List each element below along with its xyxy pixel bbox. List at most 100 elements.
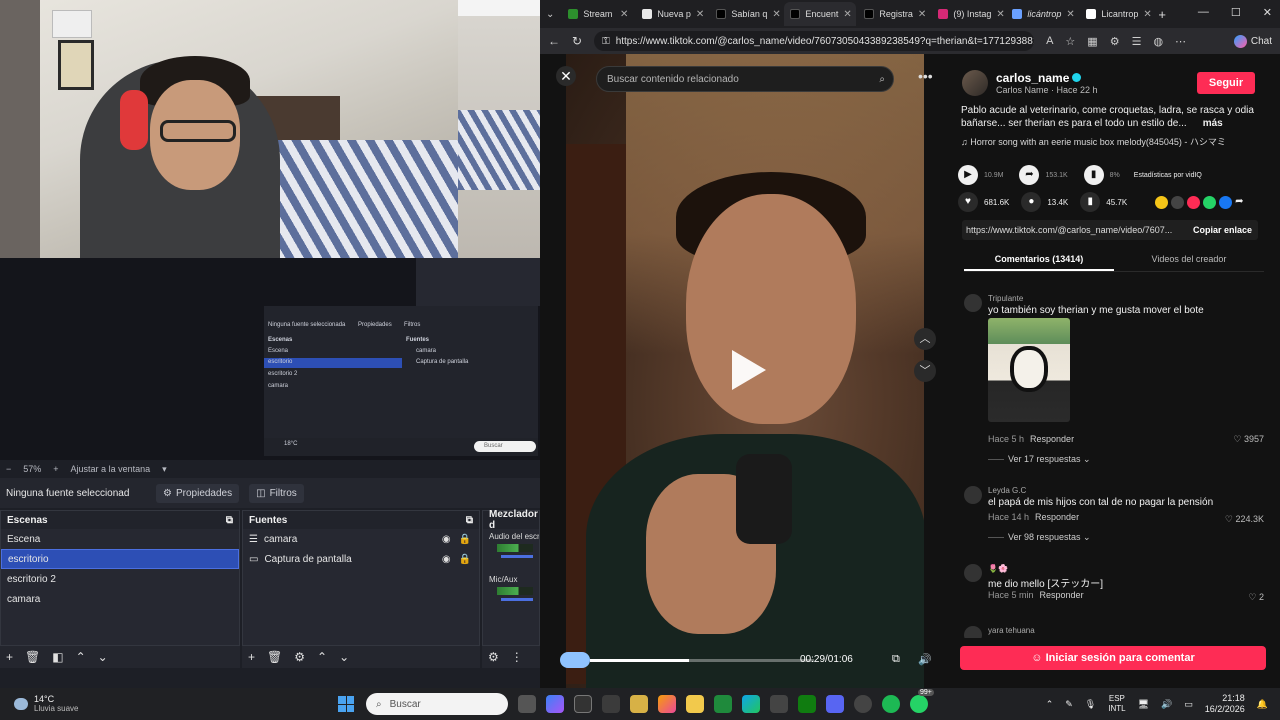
trash-icon[interactable]: 🗑	[267, 650, 282, 664]
comment-likes[interactable]: ♡ 3957	[1233, 434, 1264, 445]
trash-icon[interactable]: 🗑	[25, 650, 40, 664]
scene-filter-icon[interactable]: ◧	[52, 650, 63, 664]
follow-button[interactable]: Seguir	[1197, 72, 1255, 94]
site-info-icon[interactable]: ⚿	[602, 36, 610, 47]
gear-icon[interactable]: ⚙	[294, 650, 305, 664]
avatar[interactable]	[964, 626, 982, 638]
chevron-up-icon[interactable]: ︿	[914, 328, 936, 350]
discord-icon[interactable]	[826, 695, 844, 713]
reply-button[interactable]: Responder	[1040, 590, 1084, 600]
more-options-icon[interactable]: •••	[918, 68, 933, 84]
microphone-icon[interactable]: 🎙	[1085, 699, 1096, 710]
close-icon[interactable]: ✕	[1143, 9, 1151, 20]
browser-tab[interactable]: Stream ✕	[562, 2, 634, 26]
comment-likes[interactable]: ♡ 224.3K	[1225, 514, 1264, 525]
copilot-button[interactable]: Chat	[1233, 34, 1272, 48]
network-icon[interactable]: 🖥	[1138, 699, 1149, 710]
more-icon[interactable]: ⋮	[511, 650, 523, 664]
back-arrow-icon[interactable]: ←	[548, 34, 560, 48]
taskbar-search[interactable]: ⌕ Buscar	[366, 693, 508, 715]
chevron-up-icon[interactable]: ⌃	[1046, 699, 1054, 710]
whatsapp-icon[interactable]: 99+	[910, 689, 934, 713]
play-icon[interactable]	[732, 350, 766, 390]
notification-bell-icon[interactable]: 🔔	[1257, 699, 1268, 710]
read-aloud-icon[interactable]: A	[1046, 35, 1053, 48]
zoom-plus-button[interactable]: +	[53, 464, 58, 474]
embed-icon[interactable]	[1171, 195, 1185, 209]
picture-in-picture-icon[interactable]: ⧉	[892, 653, 900, 666]
zoom-minus-button[interactable]: −	[6, 464, 11, 474]
comment-sticker-image[interactable]	[988, 318, 1070, 422]
windows-start-icon[interactable]	[338, 696, 354, 712]
scene-item-selected[interactable]: escritorio	[1, 549, 239, 569]
language-indicator[interactable]: ESP INTL	[1108, 694, 1125, 714]
eye-icon[interactable]: ◉	[442, 534, 451, 545]
weather-widget[interactable]: 14°C Lluvia suave	[0, 694, 320, 714]
photos-icon[interactable]	[658, 695, 676, 713]
browser-tab[interactable]: licántrop ✕	[1006, 2, 1078, 26]
chevron-down-icon[interactable]: ﹀	[914, 360, 936, 382]
extensions-icon[interactable]: ⚙	[1110, 35, 1120, 48]
close-icon[interactable]: ✕	[620, 9, 628, 20]
chrome-icon[interactable]	[854, 695, 872, 713]
pen-icon[interactable]: ✎	[1065, 699, 1073, 710]
comment-user[interactable]: Leyda G.C	[988, 486, 1026, 495]
comment-user[interactable]: 🌷🌸	[988, 564, 1008, 573]
playback-knob[interactable]	[560, 652, 590, 668]
copilot-app-icon[interactable]	[546, 695, 564, 713]
battery-icon[interactable]: ▭	[1184, 699, 1193, 710]
clock[interactable]: 21:18 16/2/2026	[1205, 693, 1245, 715]
undock-icon[interactable]: ⧉	[226, 515, 233, 526]
lock-icon[interactable]: 🔒	[459, 534, 471, 545]
more-link[interactable]: más	[1203, 118, 1223, 129]
zoom-level[interactable]: 57%	[23, 464, 41, 474]
copy-link-button[interactable]: Copiar enlace	[1186, 225, 1258, 235]
tab-comments[interactable]: Comentarios (13414)	[964, 250, 1114, 271]
whatsapp-icon[interactable]	[1203, 195, 1217, 209]
volume-icon[interactable]: 🔊	[918, 653, 932, 666]
move-down-icon[interactable]: ⌄	[339, 650, 349, 664]
video-player[interactable]	[566, 54, 924, 688]
spotify-icon[interactable]	[882, 695, 900, 713]
properties-button[interactable]: ⚙ Propiedades	[156, 483, 240, 503]
new-tab-button[interactable]: +	[1158, 7, 1166, 22]
close-icon[interactable]: ✕	[772, 9, 780, 20]
edge-icon[interactable]	[742, 695, 760, 713]
tab-list-icon[interactable]: ⌄	[546, 9, 554, 20]
filters-button[interactable]: ◫ Filtros	[249, 483, 304, 503]
heart-icon[interactable]: ♥	[958, 192, 978, 212]
add-scene-button[interactable]: +	[6, 650, 13, 664]
url-field[interactable]: ⚿ https://www.tiktok.com/@carlos_name/vi…	[594, 31, 1035, 51]
login-to-comment-button[interactable]: ☺ Iniciar sesión para comentar	[960, 646, 1266, 670]
author-block[interactable]: carlos_name Carlos Name · Hace 22 h	[962, 70, 1098, 96]
task-view-icon[interactable]	[518, 695, 536, 713]
move-up-icon[interactable]: ⌃	[76, 650, 86, 664]
mixer-settings-icon[interactable]: ⚙	[488, 650, 499, 664]
menu-icon[interactable]: ⋯	[1175, 35, 1186, 48]
facebook-icon[interactable]	[1219, 195, 1233, 209]
browser-tab[interactable]: (9) Instag ✕	[932, 2, 1004, 26]
reply-button[interactable]: Responder	[1035, 512, 1079, 522]
widgets-icon[interactable]	[630, 695, 648, 713]
music-track[interactable]: ♫ Horror song with an eerie music box me…	[961, 135, 1226, 148]
browser-tab[interactable]: Registra ✕	[858, 2, 930, 26]
comment-user[interactable]: Tripulante	[988, 294, 1023, 303]
chevron-down-icon[interactable]: ▾	[162, 464, 167, 475]
avatar[interactable]	[964, 294, 982, 312]
comment-user[interactable]: yara tehuana	[988, 626, 1035, 635]
favorite-icon[interactable]: ☆	[1065, 35, 1075, 48]
related-search-input[interactable]: Buscar contenido relacionado ⌕	[596, 66, 894, 92]
avatar[interactable]	[962, 70, 988, 96]
bookmark-icon[interactable]: ▮	[1080, 192, 1101, 212]
close-icon[interactable]: ✕	[843, 9, 851, 20]
close-icon[interactable]: ✕	[918, 9, 926, 20]
store-icon[interactable]	[770, 695, 788, 713]
source-item[interactable]: ▭ Captura de pantalla ◉ 🔒	[243, 549, 479, 569]
close-video-button[interactable]: ✕	[556, 66, 576, 86]
fit-window-option[interactable]: Ajustar a la ventana	[71, 464, 151, 474]
view-replies[interactable]: Ver 98 respuestas ⌄	[988, 532, 1091, 543]
apps-icon[interactable]: ▦	[1087, 35, 1097, 48]
coin-icon[interactable]	[1155, 195, 1169, 209]
send-icon[interactable]	[1187, 195, 1201, 209]
add-source-button[interactable]: +	[248, 650, 255, 664]
